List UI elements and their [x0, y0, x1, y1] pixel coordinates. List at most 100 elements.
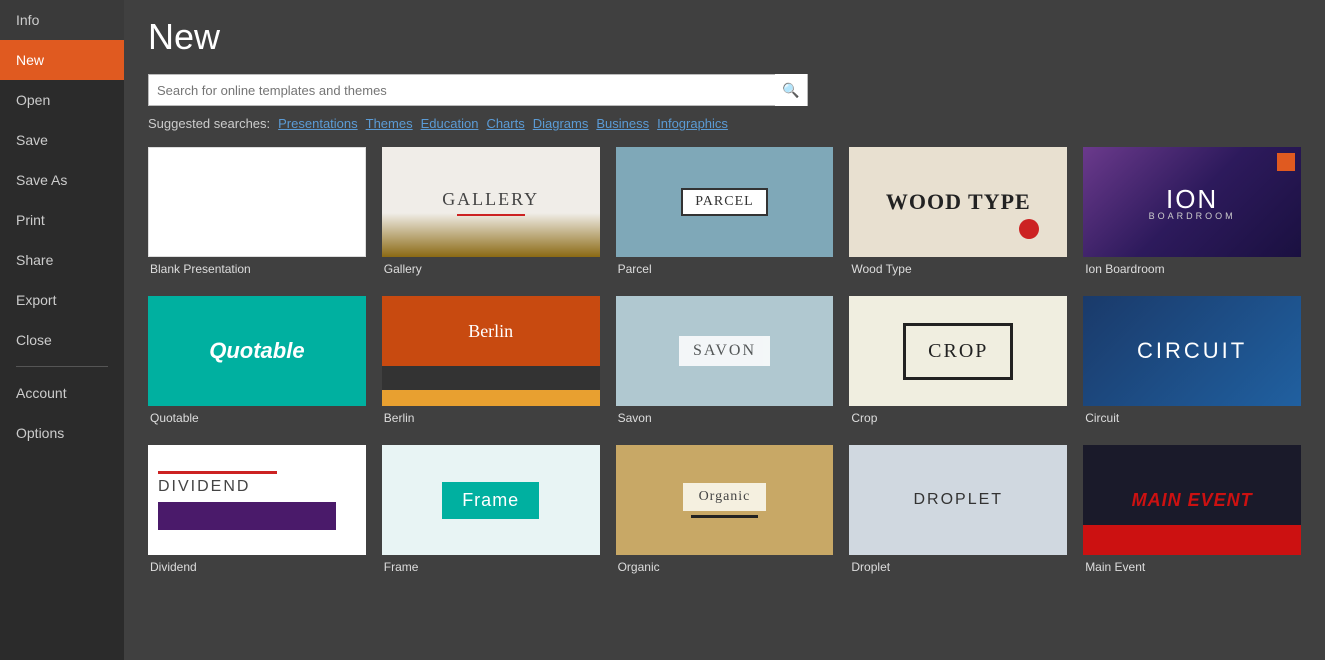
sidebar-item-options[interactable]: Options [0, 413, 124, 453]
template-ion-label: Ion Boardroom [1083, 262, 1301, 276]
template-gallery[interactable]: GALLERY Gallery [382, 147, 600, 276]
sidebar-item-save[interactable]: Save [0, 120, 124, 160]
sidebar-item-account[interactable]: Account [0, 373, 124, 413]
template-main-event-label: Main Event [1083, 560, 1301, 574]
template-crop-label: Crop [849, 411, 1067, 425]
search-bar: 🔍 [148, 74, 808, 106]
template-blank[interactable]: Blank Presentation [148, 147, 366, 276]
thumb-frame: Frame [382, 445, 600, 555]
quotable-title-text: Quotable [209, 338, 304, 364]
thumb-main-event: MAIN EVENT [1083, 445, 1301, 555]
sidebar-item-export[interactable]: Export [0, 280, 124, 320]
page-title: New [148, 16, 1301, 58]
sidebar-item-share[interactable]: Share [0, 240, 124, 280]
sidebar: Info New Open Save Save As Print Share E… [0, 0, 124, 660]
wood-type-text: WOOD TYPE [886, 190, 1031, 214]
berlin-title-text: Berlin [468, 321, 513, 342]
sidebar-item-save-as[interactable]: Save As [0, 160, 124, 200]
thumb-organic: Organic [616, 445, 834, 555]
search-input[interactable] [149, 83, 775, 98]
templates-grid: Blank Presentation GALLERY Gallery PARCE… [148, 147, 1301, 574]
template-berlin[interactable]: Berlin Berlin [382, 296, 600, 425]
berlin-orange: Berlin [382, 296, 600, 366]
thumb-droplet: DROPLET [849, 445, 1067, 555]
template-parcel-label: Parcel [616, 262, 834, 276]
template-main-event[interactable]: MAIN EVENT Main Event [1083, 445, 1301, 574]
suggested-link-themes[interactable]: Themes [366, 116, 413, 131]
sidebar-item-new[interactable]: New [0, 40, 124, 80]
template-berlin-label: Berlin [382, 411, 600, 425]
template-organic-label: Organic [616, 560, 834, 574]
thumb-parcel: PARCEL [616, 147, 834, 257]
suggested-link-infographics[interactable]: Infographics [657, 116, 728, 131]
thumb-gallery: GALLERY [382, 147, 600, 257]
sidebar-item-open[interactable]: Open [0, 80, 124, 120]
thumb-crop: CROP [849, 296, 1067, 406]
template-gallery-label: Gallery [382, 262, 600, 276]
template-blank-label: Blank Presentation [148, 262, 366, 276]
template-circuit[interactable]: CIRCUIT Circuit [1083, 296, 1301, 425]
berlin-wrapper: Berlin [382, 296, 600, 406]
thumb-circuit: CIRCUIT [1083, 296, 1301, 406]
crop-border: CROP [903, 323, 1013, 380]
thumb-ion: ION BOARDROOM [1083, 147, 1301, 257]
template-crop[interactable]: CROP Crop [849, 296, 1067, 425]
main-content: New 🔍 Suggested searches: Presentations … [124, 0, 1325, 660]
berlin-bottom [382, 390, 600, 406]
template-wood-type[interactable]: WOOD TYPE Wood Type [849, 147, 1067, 276]
ion-sub-text: BOARDROOM [1149, 211, 1236, 221]
sidebar-divider [16, 366, 108, 367]
dividend-line [158, 471, 277, 474]
template-droplet[interactable]: DROPLET Droplet [849, 445, 1067, 574]
parcel-box: PARCEL [681, 188, 767, 216]
template-savon-label: Savon [616, 411, 834, 425]
crop-title-text: CROP [928, 340, 988, 362]
savon-inner: SAVON [679, 336, 770, 366]
thumb-dividend: DIVIDEND [148, 445, 366, 555]
sidebar-item-info[interactable]: Info [0, 0, 124, 40]
search-button[interactable]: 🔍 [775, 74, 807, 106]
savon-title-text: SAVON [693, 342, 756, 359]
organic-line [691, 515, 758, 518]
thumb-savon: SAVON [616, 296, 834, 406]
template-circuit-label: Circuit [1083, 411, 1301, 425]
thumb-blank [148, 147, 366, 257]
main-event-title-text: MAIN EVENT [1132, 490, 1253, 511]
suggested-link-presentations[interactable]: Presentations [278, 116, 358, 131]
template-dividend-label: Dividend [148, 560, 366, 574]
suggested-label: Suggested searches: [148, 116, 270, 131]
template-dividend[interactable]: DIVIDEND Dividend [148, 445, 366, 574]
suggested-searches: Suggested searches: Presentations Themes… [148, 116, 1301, 131]
dividend-title-text: DIVIDEND [158, 478, 250, 496]
sidebar-item-print[interactable]: Print [0, 200, 124, 240]
droplet-title-text: DROPLET [914, 491, 1004, 509]
template-organic[interactable]: Organic Organic [616, 445, 834, 574]
suggested-link-education[interactable]: Education [421, 116, 479, 131]
thumb-berlin: Berlin [382, 296, 600, 406]
suggested-link-diagrams[interactable]: Diagrams [533, 116, 589, 131]
thumb-quotable: Quotable [148, 296, 366, 406]
main-event-bar [1083, 525, 1301, 555]
suggested-link-charts[interactable]: Charts [486, 116, 524, 131]
wood-circle-decoration [1019, 219, 1039, 239]
gallery-line [457, 214, 525, 216]
ion-corner-decoration [1277, 153, 1295, 171]
berlin-stripe [382, 366, 600, 390]
template-parcel[interactable]: PARCEL Parcel [616, 147, 834, 276]
sidebar-item-close[interactable]: Close [0, 320, 124, 360]
template-quotable-label: Quotable [148, 411, 366, 425]
suggested-link-business[interactable]: Business [596, 116, 649, 131]
organic-box: Organic [683, 483, 767, 511]
template-savon[interactable]: SAVON Savon [616, 296, 834, 425]
quotable-arrow [168, 384, 196, 398]
template-wood-type-label: Wood Type [849, 262, 1067, 276]
dividend-bar [158, 502, 336, 530]
thumb-wood-type: WOOD TYPE [849, 147, 1067, 257]
template-frame-label: Frame [382, 560, 600, 574]
frame-box: Frame [442, 482, 539, 519]
gallery-title-text: GALLERY [442, 189, 539, 210]
template-frame[interactable]: Frame Frame [382, 445, 600, 574]
template-quotable[interactable]: Quotable Quotable [148, 296, 366, 425]
circuit-title-text: CIRCUIT [1137, 338, 1247, 364]
template-ion[interactable]: ION BOARDROOM Ion Boardroom [1083, 147, 1301, 276]
